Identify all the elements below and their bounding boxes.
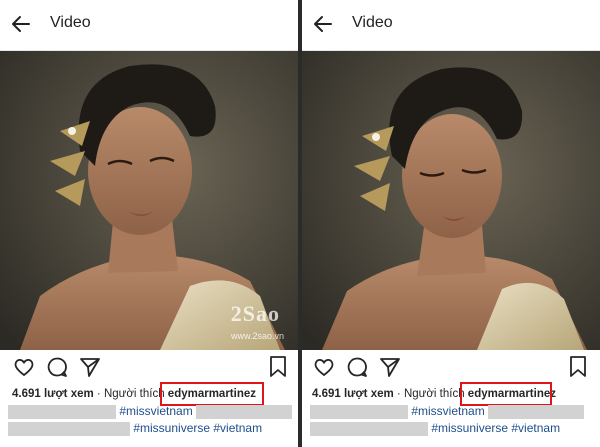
caption-line-1: #missvietnam <box>8 404 293 419</box>
comment-icon[interactable] <box>345 355 369 379</box>
hashtag-missvietnam[interactable]: #missvietnam <box>411 404 484 418</box>
liked-by-label: Người thích <box>403 388 465 400</box>
hashtag-line[interactable]: #missuniverse #vietnam <box>431 421 560 435</box>
page-title: Video <box>352 14 393 31</box>
top-bar: Video <box>302 0 600 51</box>
share-icon[interactable] <box>378 355 402 379</box>
watermark-logo: 2Sao <box>230 301 280 326</box>
action-bar <box>0 355 298 381</box>
back-arrow-icon[interactable] <box>10 13 32 35</box>
page-title: Video <box>50 14 91 31</box>
bookmark-icon[interactable] <box>268 355 288 379</box>
heart-icon[interactable] <box>12 355 36 379</box>
comment-icon[interactable] <box>45 355 69 379</box>
video-frame[interactable]: 2Sao www.2sao.vn <box>0 51 298 350</box>
stats-separator: · <box>96 388 101 400</box>
view-count: 4.691 lượt xem <box>312 388 394 400</box>
bookmark-icon[interactable] <box>568 355 588 379</box>
liked-by-label: Người thích <box>103 388 165 400</box>
back-arrow-icon[interactable] <box>312 13 334 35</box>
instagram-post-panel-left: Video 2Sao www.2sao.vn 4.691 lượt xem · … <box>0 0 298 447</box>
action-bar <box>302 355 600 381</box>
caption-line-2: #missuniverse #vietnam <box>310 421 560 436</box>
top-bar: Video <box>0 0 298 51</box>
blurred-text <box>488 404 585 419</box>
caption-line-2: #missuniverse #vietnam <box>8 421 262 436</box>
blurred-text <box>8 421 130 436</box>
hashtag-missvietnam[interactable]: #missvietnam <box>119 404 192 418</box>
share-icon[interactable] <box>78 355 102 379</box>
heart-icon[interactable] <box>312 355 336 379</box>
watermark-url: www.2sao.vn <box>230 331 284 341</box>
blurred-text <box>310 404 408 419</box>
blurred-text <box>8 404 116 419</box>
caption-line-1: #missvietnam <box>310 404 585 419</box>
video-frame[interactable] <box>302 51 600 350</box>
blurred-text <box>310 421 428 436</box>
highlight-box <box>460 382 552 406</box>
hashtag-line[interactable]: #missuniverse #vietnam <box>133 421 262 435</box>
blurred-text <box>196 404 293 419</box>
highlight-box <box>160 382 264 406</box>
view-count: 4.691 lượt xem <box>12 388 94 400</box>
stats-separator: · <box>396 388 401 400</box>
video-thumbnail <box>302 51 600 350</box>
instagram-post-panel-right: Video 4.691 lượt xem · Người thích edyma… <box>302 0 600 447</box>
